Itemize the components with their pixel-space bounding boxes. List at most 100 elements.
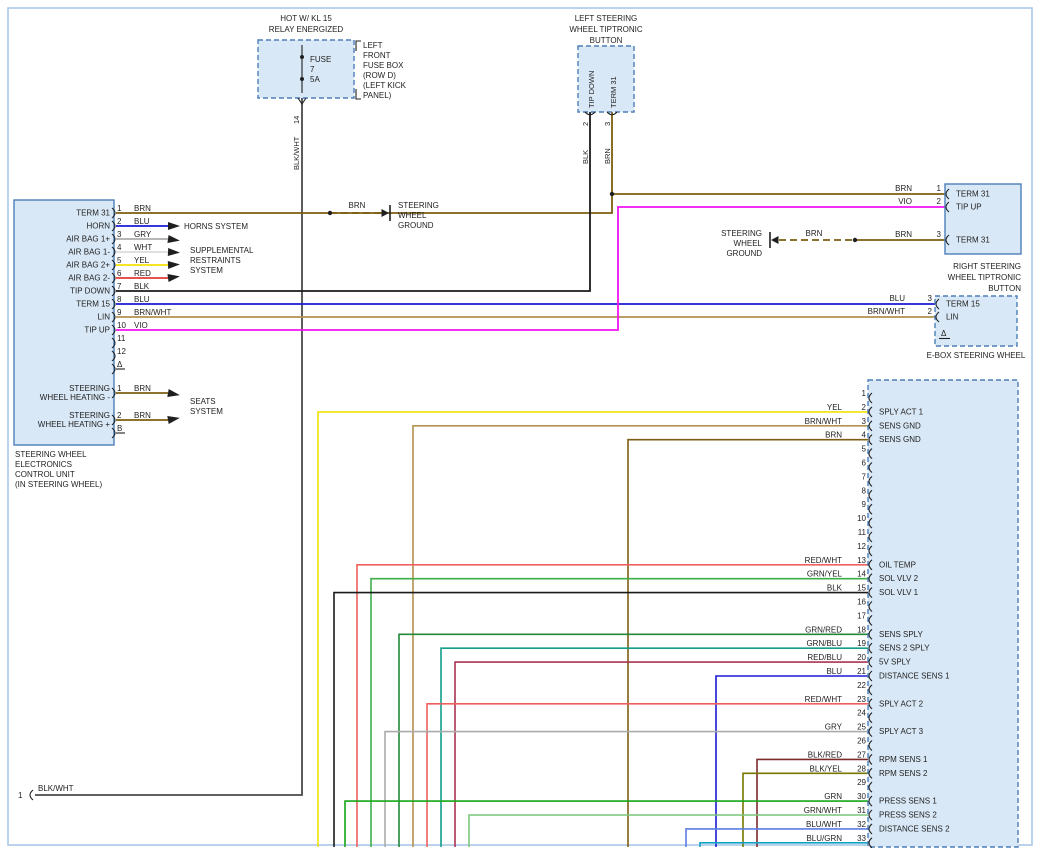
system-references: HORNS SYSTEM SUPPLEMENTAL RESTRAINTS SYS…	[167, 222, 254, 424]
system-arrow-icon	[167, 235, 180, 245]
module-wire-color-label: GRN/YEL	[807, 570, 843, 579]
left-steering-wheel-ground: BRN STEERING WHEEL GROUND	[349, 201, 439, 230]
module-wire-color-label: GRY	[825, 723, 843, 732]
ground-wire-color-label: BRN	[349, 201, 366, 210]
wires-layer	[35, 98, 945, 847]
fuse-title: RELAY ENERGIZED	[269, 25, 344, 34]
system-reference-label: SEATS	[190, 397, 216, 406]
wire-term31-main	[116, 112, 612, 213]
wire-color-label: BRN	[603, 148, 612, 164]
module-wire-color-label: BRN/WHT	[805, 417, 842, 426]
wire-module-pin-30	[345, 801, 868, 847]
module-wire-color-label: BLK/YEL	[810, 764, 843, 773]
component-title: BUTTON	[590, 36, 623, 45]
wire-module-pin-21	[716, 676, 868, 847]
system-reference-label: SYSTEM	[190, 407, 223, 416]
left-steering-wheel-tiptronic-button: LEFT STEERING WHEEL TIPTRONIC BUTTON TIP…	[569, 14, 643, 164]
cu-terminal-label: HORN	[86, 222, 110, 231]
fuse-rating: 5A	[310, 75, 320, 84]
cu-wire-color-label: YEL	[134, 256, 150, 265]
cu-pin-number: 7	[117, 282, 122, 291]
system-reference-label: SUPPLEMENTAL	[190, 246, 254, 255]
wire-module-pin-13	[357, 565, 868, 847]
component-name: STEERING WHEEL	[15, 450, 87, 459]
module-pin-number: 15	[857, 584, 866, 593]
system-reference-label: HORNS SYSTEM	[184, 222, 248, 231]
module-wire-color-label: RED/BLU	[807, 653, 842, 662]
module-wire-color-label: BLU	[826, 667, 842, 676]
cu-terminal-label: TIP UP	[84, 326, 110, 335]
cu-pin-number: 2	[117, 411, 122, 420]
cu-terminal-label: TIP DOWN	[70, 287, 110, 296]
cu-terminal-label: TERM 31	[76, 209, 110, 218]
cu-terminal-label: AIR BAG 2+	[66, 261, 110, 270]
module-pin-number: 27	[857, 750, 866, 759]
wire-module-pin-14	[371, 579, 868, 847]
pin-bracket-icon	[30, 790, 33, 800]
fuse-box-outline	[258, 40, 354, 98]
cu-pin-number: 5	[117, 256, 122, 265]
system-arrow-icon	[168, 222, 180, 230]
wire-module-pin-3	[413, 426, 868, 847]
module-wire-color-label: RED/WHT	[805, 556, 842, 565]
fuse-location: FUSE BOX	[363, 61, 404, 70]
ground-label: WHEEL	[734, 239, 763, 248]
component-name: E-BOX STEERING WHEEL	[927, 351, 1026, 360]
terminal-label: TIP DOWN	[587, 71, 596, 108]
cu-terminal-label: AIR BAG 1-	[68, 248, 110, 257]
cu-pin-number: 10	[117, 321, 126, 330]
fuse-label: FUSE	[310, 55, 331, 64]
module-pin-number: 12	[857, 542, 866, 551]
module-pin-number: 25	[857, 723, 866, 732]
module-pin-number: 8	[862, 486, 867, 495]
steering-wheel-electronics-control-unit: 1BRNTERM 312BLUHORN3GRYAIR BAG 1+4WHTAIR…	[14, 200, 171, 489]
module-wire-color-label: YEL	[827, 403, 843, 412]
component-title: LEFT STEERING	[575, 14, 638, 23]
module-pin-number: 17	[857, 611, 866, 620]
fuse-location: LEFT	[363, 41, 383, 50]
module-wire-color-label: GRN/RED	[805, 625, 842, 634]
module-wire-color-label: GRN	[824, 792, 842, 801]
ground-label: STEERING	[721, 229, 762, 238]
ground-label: WHEEL	[398, 211, 427, 220]
system-arrow-icon	[167, 414, 180, 424]
cu-wire-color-label: VIO	[134, 321, 148, 330]
fuse-location: PANEL)	[363, 91, 392, 100]
fuse-location: FRONT	[363, 51, 391, 60]
cu-pin-number: 4	[117, 243, 122, 252]
module-pin-number: 1	[862, 389, 867, 398]
module-pin-number: 18	[857, 625, 866, 634]
component-title: WHEEL TIPTRONIC	[569, 25, 643, 34]
cu-pin-number: 12	[117, 347, 126, 356]
system-arrow-icon	[168, 248, 180, 257]
rb-wire-color-label: BRN	[895, 184, 912, 193]
module-wire-color-label: BLK	[827, 584, 843, 593]
module-pin-number: 23	[857, 695, 866, 704]
cu-pin-number: 1	[117, 204, 122, 213]
module-wire-color-label: GRN/WHT	[804, 806, 842, 815]
module-pin-number: 4	[862, 431, 867, 440]
component-name: CONTROL UNIT	[15, 470, 75, 479]
location-bracket-icon	[356, 89, 361, 99]
rb-wire-color-label: VIO	[898, 197, 912, 206]
module-pin-number: 33	[857, 834, 866, 843]
system-arrow-icon	[168, 260, 180, 269]
ground-label: GROUND	[726, 249, 762, 258]
module-pin-number: 22	[857, 681, 866, 690]
fuse-title: HOT W/ KL 15	[280, 14, 332, 23]
fuse-location: (LEFT KICK	[363, 81, 407, 90]
fuse-pin-number: 14	[292, 116, 301, 124]
cu-pin-number: 6	[117, 269, 122, 278]
ground-symbol-icon	[771, 236, 779, 244]
ebox-pin-number: 2	[928, 307, 933, 316]
module-pin-number: 31	[857, 806, 866, 815]
cu-wire-color-label: BRN	[134, 384, 151, 393]
module-pin-number: 9	[862, 500, 867, 509]
module-pin-label: DISTANCE SENS 2	[879, 824, 950, 833]
rb-terminal-label: TERM 31	[956, 236, 990, 245]
fuse-location: (ROW D)	[363, 71, 396, 80]
cu-terminal-label: AIR BAG 1+	[66, 235, 110, 244]
ground-wire-color-label: BRN	[806, 229, 823, 238]
component-title: RIGHT STEERING	[953, 262, 1021, 271]
module-wire-color-label: GRN/BLU	[806, 639, 842, 648]
